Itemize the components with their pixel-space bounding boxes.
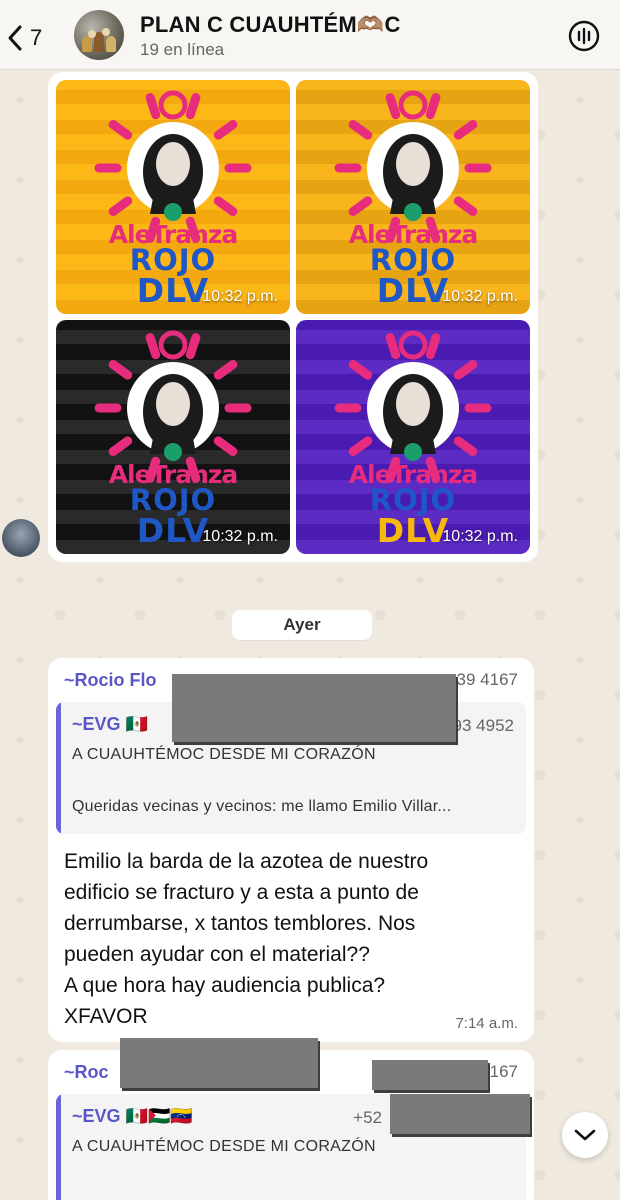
audio-call-icon xyxy=(568,20,600,52)
media-thumbnail[interactable]: AleTranza ROJO DLV 10:32 p.m. xyxy=(56,80,290,314)
quoted-title: A CUAUHTÉMOC DESDE MI CORAZÓN xyxy=(72,1138,376,1155)
media-thumbnail[interactable]: AleTranza ROJO DLV 10:32 p.m. xyxy=(56,320,290,554)
group-title[interactable]: PLAN C CUAUHTÉM🫶🏽C xyxy=(140,12,401,38)
unread-count: 7 xyxy=(30,25,43,50)
online-status: 19 en línea xyxy=(140,40,225,59)
redaction-box xyxy=(372,1060,488,1090)
redaction-box xyxy=(172,674,456,742)
quoted-sender-name: ~EVG 🇲🇽 xyxy=(72,714,148,734)
redaction-box xyxy=(120,1038,318,1088)
back-button[interactable]: 7 xyxy=(6,22,52,54)
media-thumbnail[interactable]: AleTranza ROJO DLV 10:32 p.m. xyxy=(296,80,530,314)
sender-avatar[interactable] xyxy=(2,519,40,557)
date-separator: Ayer xyxy=(232,610,372,640)
media-timestamp: 10:32 p.m. xyxy=(202,528,278,545)
sender-phone: 39 4167 xyxy=(456,670,518,689)
quote-accent-bar xyxy=(56,1094,61,1200)
chat-header: 7 PLAN C CUAUHTÉM🫶🏽C 19 en línea xyxy=(0,0,620,70)
sender-phone: 167 xyxy=(489,1062,518,1081)
chevron-down-icon xyxy=(574,1129,596,1141)
quoted-sender-phone: 93 4952 xyxy=(452,716,514,735)
redaction-box xyxy=(390,1094,530,1134)
sender-name[interactable]: ~Rocio Flo xyxy=(64,670,157,691)
chevron-left-icon xyxy=(8,25,22,51)
quote-accent-bar xyxy=(56,702,61,834)
media-timestamp: 10:32 p.m. xyxy=(202,288,278,305)
media-timestamp: 10:32 p.m. xyxy=(442,528,518,545)
message-time: 7:14 a.m. xyxy=(455,1015,518,1032)
scroll-to-bottom-button[interactable] xyxy=(562,1112,608,1158)
quoted-sender-phone: +52 xyxy=(353,1108,382,1127)
quoted-sender-name: ~EVG 🇲🇽🇵🇸🇻🇪 xyxy=(72,1106,193,1126)
media-timestamp: 10:32 p.m. xyxy=(442,288,518,305)
sender-name[interactable]: ~Roc xyxy=(64,1062,109,1083)
group-call-button[interactable] xyxy=(568,20,600,52)
quoted-body: Queridas vecinas y vecinos: me llamo Emi… xyxy=(72,798,452,815)
message-text: Emilio la barda de la azotea de nuestro … xyxy=(64,850,429,1028)
media-thumbnail[interactable]: AleTranza ROJO DLV 10:32 p.m. xyxy=(296,320,530,554)
quoted-title: A CUAUHTÉMOC DESDE MI CORAZÓN xyxy=(72,746,376,763)
group-avatar[interactable] xyxy=(74,10,124,60)
